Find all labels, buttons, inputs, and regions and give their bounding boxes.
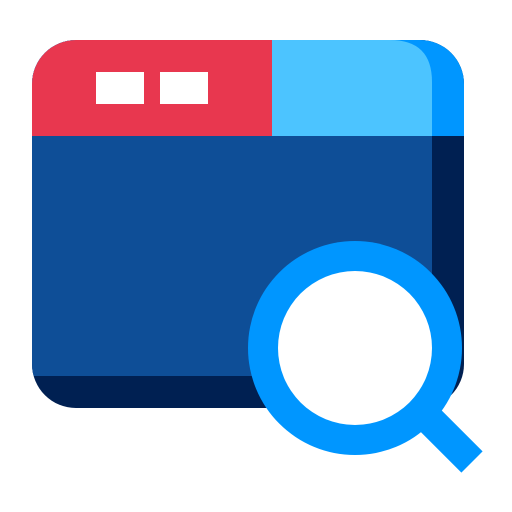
window-button-1-icon: [96, 72, 144, 104]
browser-search-illustration: [0, 0, 512, 512]
magnifier-handle: [419, 409, 483, 473]
browser-search-icon: [32, 40, 483, 473]
magnifier-lens: [278, 271, 432, 425]
window-button-2-icon: [160, 72, 208, 104]
titlebar-left: [32, 40, 272, 136]
